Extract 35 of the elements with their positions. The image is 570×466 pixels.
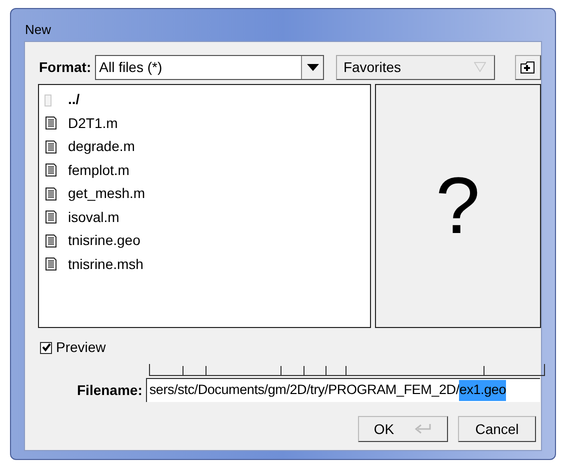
document-icon (44, 234, 58, 248)
file-item[interactable]: tnisrine.geo (68, 230, 140, 252)
filename-field[interactable]: sers/stc/Documents/gm/2D/try/PROGRAM_FEM_2D/ex1.geo (146, 378, 540, 402)
document-icon (44, 140, 58, 154)
file-list[interactable]: ../ D2T1.m degrade.m femplot.m get_mesh.m isoval.m tnisrine.geo tnisrine.msh (38, 84, 371, 328)
file-item[interactable]: femplot.m (68, 160, 130, 181)
format-label: Format: (39, 58, 92, 76)
preview-pane: ? (374, 84, 541, 328)
file-item[interactable]: tnisrine.msh (68, 254, 144, 275)
document-icon (44, 257, 58, 272)
document-icon (44, 210, 58, 224)
filename-label: Filename: (77, 380, 142, 400)
window-title: New (25, 22, 52, 37)
enter-key-icon (414, 423, 432, 435)
file-item[interactable]: D2T1.m (68, 112, 118, 134)
preview-label: Preview (56, 338, 106, 357)
dropdown-arrow-icon (474, 62, 486, 72)
preview-checkbox[interactable] (40, 342, 52, 354)
file-item[interactable]: degrade.m (68, 136, 135, 158)
folder-item[interactable]: ../ (68, 89, 80, 110)
file-item[interactable]: isoval.m (68, 206, 120, 228)
document-icon (44, 186, 58, 201)
document-icon (44, 116, 58, 130)
checkmark-icon (42, 343, 50, 352)
dropdown-arrow-icon (306, 64, 319, 70)
format-dropdown[interactable]: All files (*) (95, 54, 324, 80)
cancel-button[interactable]: Cancel (458, 416, 536, 442)
format-value: All files (*) (98, 58, 164, 77)
ok-button[interactable]: OK (358, 416, 448, 442)
folder-icon (44, 92, 52, 107)
new-folder-icon (520, 60, 536, 74)
document-icon (44, 163, 58, 178)
new-folder-button[interactable] (515, 54, 541, 80)
favorites-dropdown[interactable]: Favorites (336, 54, 496, 80)
file-item[interactable]: get_mesh.m (68, 183, 146, 204)
